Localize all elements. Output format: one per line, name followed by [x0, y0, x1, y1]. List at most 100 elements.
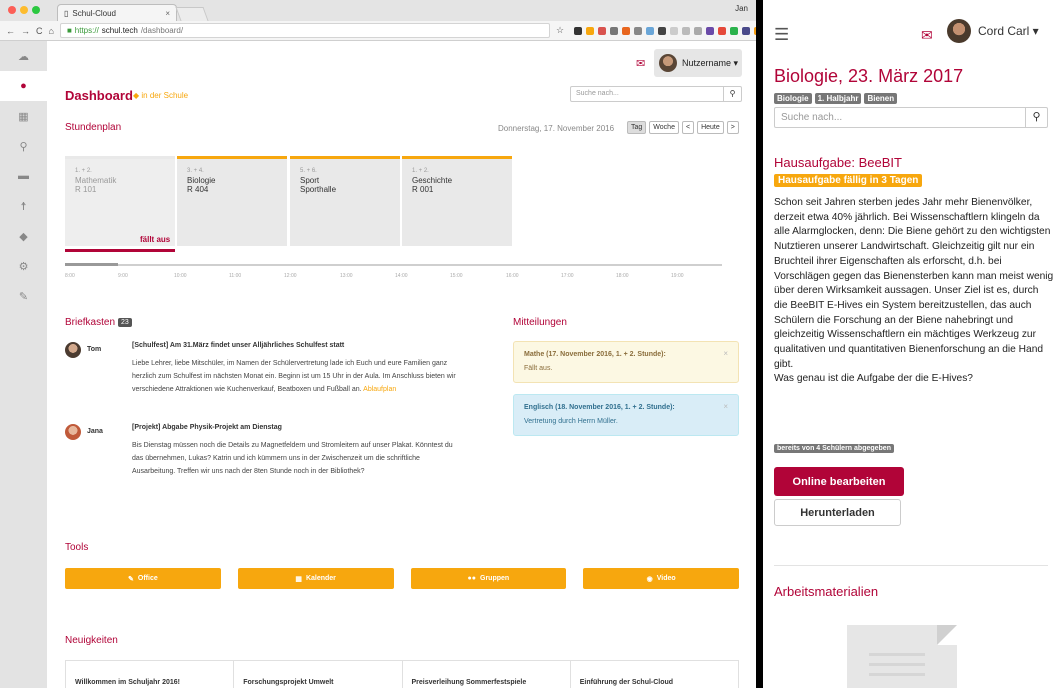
document-icon[interactable] — [847, 625, 957, 688]
tools-bar: ✎ Office ▦ Kalender ●● Gruppen ◉ Video — [65, 568, 739, 589]
sidebar-item-files[interactable]: ▬ — [0, 161, 47, 191]
lesson-card[interactable]: 1. + 2. Geschichte R 001 — [402, 156, 512, 246]
prev-button[interactable]: < — [681, 121, 695, 134]
extension-icon[interactable] — [574, 26, 583, 35]
lesson-room: R 404 — [187, 184, 209, 194]
maximize-window-button[interactable] — [32, 6, 40, 14]
video-tool-button[interactable]: ◉ Video — [583, 568, 739, 589]
extension-icon[interactable] — [682, 26, 691, 35]
tick-label: 16:00 — [506, 273, 519, 279]
search-icon: ⚲ — [1032, 111, 1041, 123]
sidebar-item-admin[interactable]: ✎ — [0, 281, 47, 311]
home-icon[interactable]: ⌂ — [49, 26, 54, 36]
rss-icon[interactable] — [586, 26, 595, 35]
search-button[interactable]: ⚲ — [723, 87, 741, 101]
extension-icon[interactable] — [634, 26, 643, 35]
schedule-controls: Tag Woche < Heute > — [627, 121, 739, 134]
page-title: Dashboard — [65, 88, 133, 103]
url-host: schul.tech — [101, 26, 138, 35]
page-subtitle: ◆ in der Schule — [133, 91, 188, 100]
hamburger-menu-icon[interactable]: ☰ — [774, 25, 789, 45]
sidebar-item-settings[interactable]: ⚙ — [0, 251, 47, 281]
user-menu-button[interactable]: Cord Carl ▾ — [978, 24, 1039, 38]
sidebar-item-calendar[interactable]: ▦ — [0, 101, 47, 131]
submission-badge: bereits von 4 Schülern abgegeben — [774, 444, 894, 453]
reload-icon[interactable]: C — [36, 26, 43, 36]
extension-icon[interactable] — [610, 26, 619, 35]
avatar[interactable] — [947, 19, 971, 43]
schedule-title: Stundenplan — [65, 122, 122, 133]
day-view-button[interactable]: Tag — [627, 121, 647, 134]
next-button[interactable]: > — [726, 121, 739, 134]
notice-text: Fällt aus. — [524, 365, 553, 372]
sidebar-item-cloud[interactable]: ☁ — [0, 41, 47, 71]
notice-warning: Mathe (17. November 2016, 1. + 2. Stunde… — [513, 341, 739, 383]
mail-icon[interactable]: ✉ — [636, 57, 645, 70]
news-item[interactable]: Einführung der Schul-Cloud — [571, 661, 738, 688]
extension-icon[interactable] — [646, 26, 655, 35]
lesson-card[interactable]: 1. + 2. Mathematik R 101 fällt aus — [65, 156, 175, 252]
sidebar-item-courses[interactable]: ◆ — [0, 221, 47, 251]
tool-label: Video — [656, 575, 676, 582]
news-item[interactable]: Willkommen im Schuljahr 2016! — [66, 661, 235, 688]
cloud-icon: ☁ — [18, 50, 29, 63]
extension-icon[interactable] — [670, 26, 679, 35]
extension-icon[interactable] — [622, 26, 631, 35]
extension-icon[interactable] — [658, 26, 667, 35]
search-button[interactable]: ⚲ — [1025, 108, 1047, 127]
close-icon[interactable]: × — [723, 402, 728, 411]
news-item[interactable]: Preisverleihung Sommerfestspiele — [403, 661, 571, 688]
extension-icon[interactable] — [694, 26, 703, 35]
browser-tab[interactable]: ▯ Schul-Cloud × — [57, 4, 177, 21]
download-button[interactable]: Herunterladen — [774, 499, 901, 526]
search-input[interactable]: Suche nach... ⚲ — [570, 86, 742, 102]
groups-tool-button[interactable]: ●● Gruppen — [410, 568, 567, 589]
tools-title: Tools — [65, 542, 89, 553]
lesson-room: R 101 — [75, 184, 97, 194]
message-item[interactable]: Jana [Projekt] Abgabe Physik-Projekt am … — [65, 424, 485, 504]
news-item[interactable]: Forschungsprojekt Umwelt — [234, 661, 403, 688]
close-icon[interactable]: × — [723, 349, 728, 358]
today-button[interactable]: Heute — [697, 121, 724, 134]
search-input[interactable]: Suche nach... ⚲ — [774, 107, 1048, 128]
star-icon[interactable]: ☆ — [556, 25, 564, 36]
document-line — [869, 663, 925, 666]
extension-icon[interactable] — [730, 26, 739, 35]
mail-icon[interactable]: ✉ — [921, 27, 933, 44]
schedule-date: Donnerstag, 17. November 2016 — [498, 124, 615, 133]
extension-icon[interactable] — [706, 26, 715, 35]
edit-online-button[interactable]: Online bearbeiten — [774, 467, 904, 496]
message-sender: Jana — [87, 428, 103, 435]
extension-icon[interactable] — [742, 26, 751, 35]
user-menu-button[interactable]: Nutzername ▾ — [654, 49, 742, 77]
lesson-cancelled-label: fällt aus — [140, 235, 171, 244]
message-subject[interactable]: [Schulfest] Am 31.März findet unser Allj… — [132, 342, 344, 349]
cancelled-indicator — [65, 249, 175, 252]
extension-icon[interactable] — [598, 26, 607, 35]
week-view-button[interactable]: Woche — [649, 121, 679, 134]
forward-icon[interactable]: → — [21, 26, 30, 36]
lesson-card[interactable]: 5. + 6. Sport Sporthalle — [290, 156, 400, 246]
lesson-card[interactable]: 3. + 4. Biologie R 404 — [177, 156, 287, 246]
browser-window: ▯ Schul-Cloud × Jan ← → C ⌂ ■ https://sc… — [0, 0, 756, 688]
sidebar-item-students[interactable]: ☨ — [0, 191, 47, 221]
url-field[interactable]: ■ https://schul.tech/dashboard/ — [59, 23, 550, 38]
message-body: Liebe Lehrer, liebe Mitschüler, im Namen… — [132, 357, 462, 396]
message-subject[interactable]: [Projekt] Abgabe Physik-Projekt am Diens… — [132, 424, 282, 431]
lock-icon: ■ — [66, 26, 72, 35]
close-window-button[interactable] — [8, 6, 16, 14]
calendar-tool-button[interactable]: ▦ Kalender — [237, 568, 394, 589]
message-item[interactable]: Tom [Schulfest] Am 31.März findet unser … — [65, 342, 485, 422]
minimize-window-button[interactable] — [20, 6, 28, 14]
news-list: Willkommen im Schuljahr 2016! Forschungs… — [65, 660, 739, 688]
camera-icon: ◉ — [646, 575, 653, 583]
sidebar-item-dashboard[interactable]: ● — [0, 71, 47, 101]
news-title: Neuigkeiten — [65, 635, 118, 646]
back-icon[interactable]: ← — [6, 26, 15, 36]
message-link[interactable]: Ablaufplan — [363, 386, 396, 393]
tab-close-icon[interactable]: × — [165, 9, 170, 18]
sidebar-item-search[interactable]: ⚲ — [0, 131, 47, 161]
extension-icon[interactable] — [718, 26, 727, 35]
office-tool-button[interactable]: ✎ Office — [65, 568, 221, 589]
new-tab-button[interactable] — [175, 7, 209, 21]
